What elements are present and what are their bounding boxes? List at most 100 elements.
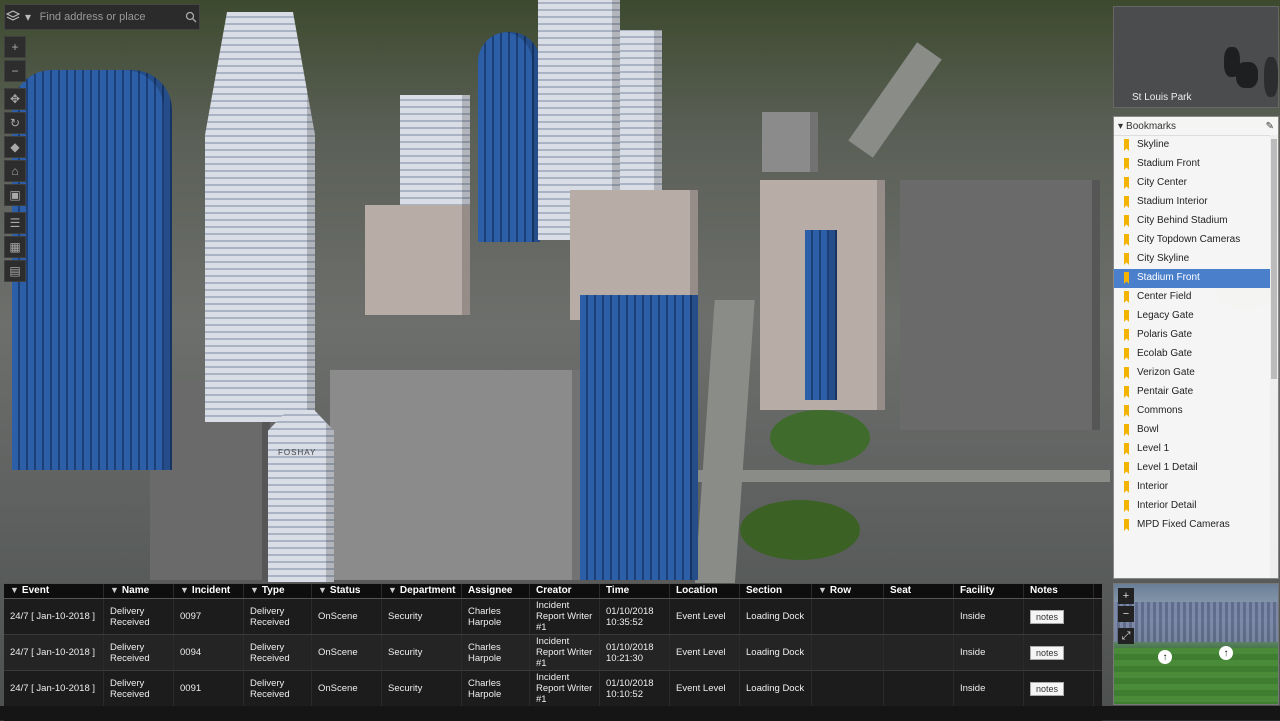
building (620, 30, 662, 190)
column-header[interactable]: Creator (530, 584, 600, 598)
layers-icon[interactable] (5, 6, 20, 28)
column-header[interactable]: ▼ Status (312, 584, 382, 598)
table-cell: Charles Harpole (462, 635, 530, 670)
column-header-label: Location (676, 585, 718, 596)
thumb-zoom-out-button[interactable]: − (1118, 606, 1134, 622)
filter-icon[interactable]: ▼ (10, 585, 19, 595)
bookmark-item[interactable]: Pentair Gate (1114, 383, 1278, 402)
column-header-label: Notes (1030, 585, 1058, 596)
bookmark-item[interactable]: Stadium Interior (1114, 193, 1278, 212)
table-row[interactable]: 24/7 [ Jan-10-2018 ] Delivery Received 009… (4, 635, 1102, 671)
bookmark-item[interactable]: Skyline (1114, 136, 1278, 155)
table-cell: 01/10/2018 10:35:52 (600, 599, 670, 634)
chevron-down-icon[interactable]: ▾ (20, 6, 35, 28)
column-header-label: Type (261, 585, 285, 596)
nav-arrow-icon[interactable]: ↑ (1158, 650, 1172, 664)
bookmark-item[interactable]: Level 1 (1114, 440, 1278, 459)
bookmark-item[interactable]: Commons (1114, 402, 1278, 421)
compass-icon[interactable]: ◆ (4, 136, 26, 158)
overview-map[interactable]: St Louis Park (1113, 6, 1279, 108)
column-header[interactable]: Notes (1024, 584, 1094, 598)
layer-list-icon[interactable]: ☰ (4, 212, 26, 234)
bookmark-flag-icon (1124, 139, 1129, 151)
bookmarks-header: ▾ Bookmarks ✎ (1114, 117, 1278, 136)
bookmark-item[interactable]: Center Field (1114, 288, 1278, 307)
column-header[interactable]: Facility (954, 584, 1024, 598)
table-cell: Delivery Received (104, 635, 174, 670)
filter-icon[interactable]: ▼ (818, 585, 827, 595)
filter-icon[interactable]: ▼ (180, 585, 189, 595)
bookmark-item[interactable]: Verizon Gate (1114, 364, 1278, 383)
bookmark-item[interactable]: Level 1 Detail (1114, 459, 1278, 478)
building-foshay-tower (268, 410, 334, 582)
bookmark-label: Skyline (1137, 139, 1170, 150)
edit-icon[interactable]: ✎ (1266, 121, 1274, 132)
column-header[interactable]: ▼ Event (4, 584, 104, 598)
bookmark-item[interactable]: Stadium Front (1114, 269, 1278, 288)
thumb-zoom-in-button[interactable]: + (1118, 588, 1134, 604)
bookmark-item[interactable]: MPD Fixed Cameras (1114, 516, 1278, 535)
bookmark-item[interactable]: Interior Detail (1114, 497, 1278, 516)
column-header[interactable]: Seat (884, 584, 954, 598)
table-row[interactable]: 24/7 [ Jan-10-2018 ] Delivery Received 009… (4, 599, 1102, 635)
zoom-out-button[interactable]: − (4, 60, 26, 82)
bookmark-label: Ecolab Gate (1137, 348, 1193, 359)
nav-arrow-icon[interactable]: ↑ (1219, 646, 1233, 660)
bookmark-item[interactable]: Legacy Gate (1114, 307, 1278, 326)
overview-label: St Louis Park (1132, 92, 1192, 103)
zoom-in-button[interactable]: + (4, 36, 26, 58)
filter-icon[interactable]: ▼ (318, 585, 327, 595)
bookmark-item[interactable]: Ecolab Gate (1114, 345, 1278, 364)
table-cell (884, 671, 954, 706)
table-cell: Inside (954, 671, 1024, 706)
bookmark-label: Interior Detail (1137, 500, 1197, 511)
search-icon[interactable] (184, 6, 199, 28)
scrollbar-thumb[interactable] (1271, 139, 1277, 379)
table-row[interactable]: 24/7 [ Jan-10-2018 ] Delivery Received 009… (4, 671, 1102, 707)
stadium-camera-view[interactable]: + − ⤢ ↑ ↑ (1113, 583, 1279, 705)
table-cell: 0094 (174, 635, 244, 670)
column-header[interactable]: ▼ Department (382, 584, 462, 598)
search-input[interactable] (35, 6, 184, 28)
filter-icon[interactable]: ▼ (110, 585, 119, 595)
table-icon[interactable]: ▦ (4, 236, 26, 258)
home-icon[interactable]: ⌂ (4, 160, 26, 182)
bookmark-item[interactable]: Polaris Gate (1114, 326, 1278, 345)
bookmark-item[interactable]: City Topdown Cameras (1114, 231, 1278, 250)
column-header[interactable]: Location (670, 584, 740, 598)
bookmark-flag-icon (1124, 253, 1129, 265)
column-header[interactable]: Assignee (462, 584, 530, 598)
table-cell: Charles Harpole (462, 599, 530, 634)
plaza-park (770, 410, 870, 465)
filter-icon[interactable]: ▼ (388, 585, 397, 595)
filter-icon[interactable]: ▼ (250, 585, 259, 595)
stadium-field (1114, 648, 1278, 704)
column-header[interactable]: ▼ Type (244, 584, 312, 598)
notes-button[interactable]: notes (1030, 645, 1065, 660)
bookmark-item[interactable]: City Skyline (1114, 250, 1278, 269)
column-header[interactable]: Section (740, 584, 812, 598)
table-cell: Event Level (670, 635, 740, 670)
bookmark-item[interactable]: Interior (1114, 478, 1278, 497)
bookmark-item[interactable]: City Center (1114, 174, 1278, 193)
locate-icon[interactable]: ▣ (4, 184, 26, 206)
stadium-seats (1114, 602, 1278, 642)
table-cell: Delivery Received (244, 635, 312, 670)
bookmark-item[interactable]: Bowl (1114, 421, 1278, 440)
bookmark-scrollbar[interactable] (1270, 135, 1278, 578)
table-cell: Delivery Received (104, 599, 174, 634)
fullscreen-icon[interactable]: ⤢ (1118, 628, 1134, 644)
notes-button[interactable]: notes (1030, 609, 1065, 624)
column-header-label: Section (746, 585, 783, 596)
notes-button[interactable]: notes (1030, 681, 1065, 696)
column-header[interactable]: ▼ Name (104, 584, 174, 598)
column-header[interactable]: ▼ Row (812, 584, 884, 598)
basemap-icon[interactable]: ▤ (4, 260, 26, 282)
pan-icon[interactable]: ✥ (4, 88, 26, 110)
rotate-icon[interactable]: ↻ (4, 112, 26, 134)
column-header[interactable]: ▼ Incident (174, 584, 244, 598)
bookmark-item[interactable]: City Behind Stadium (1114, 212, 1278, 231)
bookmark-label: Polaris Gate (1137, 329, 1193, 340)
bookmark-item[interactable]: Stadium Front (1114, 155, 1278, 174)
column-header[interactable]: Time (600, 584, 670, 598)
